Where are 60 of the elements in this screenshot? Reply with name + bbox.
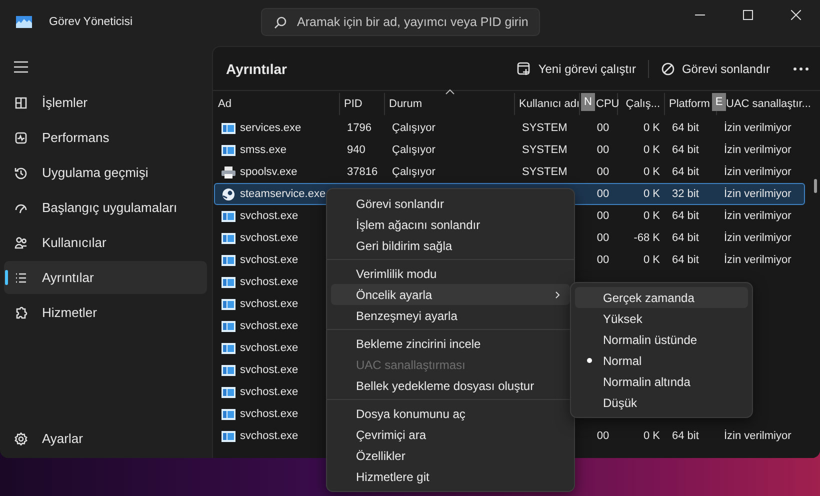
- table-cell: Çalışıyor: [392, 144, 436, 156]
- table-cell: 64 bit: [672, 254, 699, 266]
- table-cell: 0 K: [643, 188, 660, 200]
- table-cell: svchost.exe: [240, 210, 298, 222]
- table-cell: svchost.exe: [240, 254, 298, 266]
- panel-title: Ayrıntılar: [226, 60, 287, 76]
- table-cell: 00: [596, 166, 610, 178]
- table-cell: 64 bit: [672, 232, 699, 244]
- table-cell: 64 bit: [672, 166, 699, 178]
- table-cell: 00: [596, 122, 610, 134]
- key-tip: E: [712, 93, 726, 111]
- table-cell: 0 K: [643, 430, 660, 442]
- table-cell: 0 K: [643, 166, 660, 178]
- table-cell: services.exe: [240, 122, 302, 134]
- table-cell: 64 bit: [672, 430, 699, 442]
- table-cell: 00: [596, 188, 610, 200]
- table-cell: İzin verilmiyor: [724, 430, 792, 442]
- table-cell: svchost.exe: [240, 364, 298, 376]
- table-cell: 00: [596, 232, 610, 244]
- key-tip: N: [581, 93, 595, 111]
- table-cell: Çalışıyor: [392, 166, 436, 178]
- table-cell: 00: [596, 254, 610, 266]
- table-cell: İzin verilmiyor: [724, 210, 792, 222]
- table-cell: İzin verilmiyor: [724, 122, 792, 134]
- table-cell: 64 bit: [672, 122, 699, 134]
- table-cell: 1796: [347, 122, 372, 134]
- table-cell: 0 K: [643, 254, 660, 266]
- table-cell: Çalışıyor: [392, 122, 436, 134]
- table-cell: 64 bit: [672, 144, 699, 156]
- table-cell: 64 bit: [672, 210, 699, 222]
- table-cell: -68 K: [634, 232, 660, 244]
- table-cell: smss.exe: [240, 144, 286, 156]
- table-cell: 0 K: [643, 210, 660, 222]
- table-cell: İzin verilmiyor: [724, 188, 792, 200]
- table-cell: 0 K: [643, 122, 660, 134]
- table-cell: 00: [596, 144, 610, 156]
- table-cell: 00: [596, 210, 610, 222]
- table-cell: 00: [596, 430, 610, 442]
- table-cell: SYSTEM: [522, 122, 568, 134]
- table-cell: İzin verilmiyor: [724, 166, 792, 178]
- table-cell: svchost.exe: [240, 320, 298, 332]
- table-cell: İzin verilmiyor: [724, 144, 792, 156]
- table-cell: 37816: [347, 166, 378, 178]
- table-cell: svchost.exe: [240, 430, 298, 442]
- table-cell: 32 bit: [672, 188, 699, 200]
- window-title: Görev Yöneticisi: [49, 16, 134, 28]
- table-cell: SYSTEM: [522, 166, 568, 178]
- table-cell: spoolsv.exe: [240, 166, 298, 178]
- table-cell: 940: [347, 144, 366, 156]
- table-cell: 0 K: [643, 144, 660, 156]
- table-cell: svchost.exe: [240, 386, 298, 398]
- table-cell: İzin verilmiyor: [724, 254, 792, 266]
- table-cell: svchost.exe: [240, 408, 298, 420]
- table-cell: SYSTEM: [522, 144, 568, 156]
- table-cell: steamservice.exe: [240, 188, 326, 200]
- table-cell: svchost.exe: [240, 342, 298, 354]
- table-cell: İzin verilmiyor: [724, 232, 792, 244]
- table-cell: svchost.exe: [240, 276, 298, 288]
- table-cell: svchost.exe: [240, 298, 298, 310]
- table-cell: svchost.exe: [240, 232, 298, 244]
